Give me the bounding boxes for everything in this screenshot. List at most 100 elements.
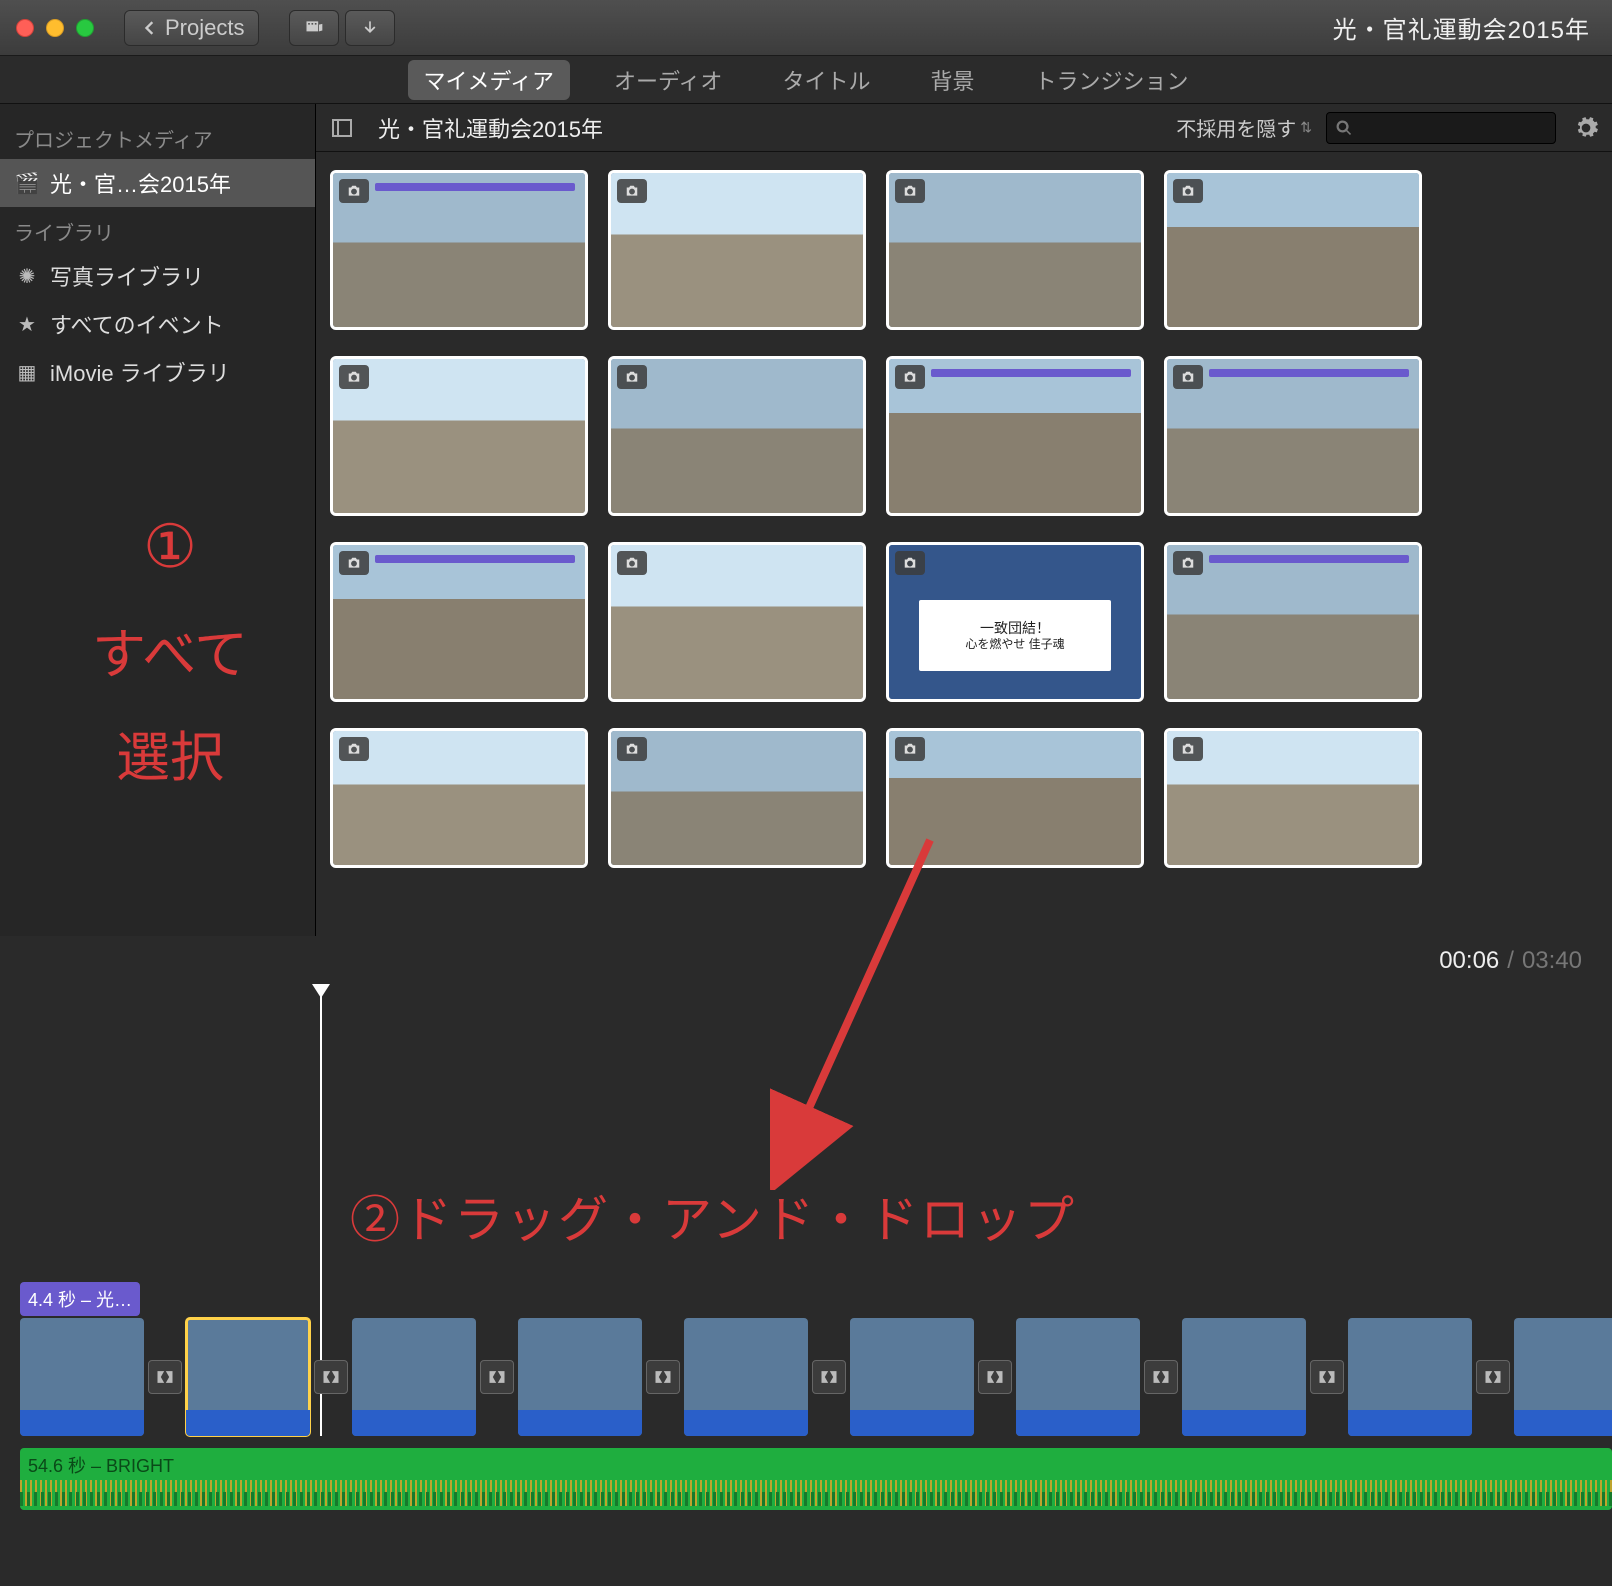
video-track[interactable]: 4.4 秒 – 光… bbox=[20, 1286, 1602, 1436]
camera-icon bbox=[895, 551, 925, 575]
import-button[interactable] bbox=[345, 10, 395, 46]
timeline-clip[interactable]: 4.4 秒 – 光… bbox=[20, 1318, 144, 1436]
timeline-clip[interactable] bbox=[1016, 1318, 1140, 1436]
sidebar-item-label: すべてのイベント bbox=[50, 308, 224, 340]
transition[interactable] bbox=[314, 1318, 348, 1436]
camera-icon bbox=[617, 365, 647, 389]
film-music-icon bbox=[304, 18, 324, 38]
transition[interactable] bbox=[978, 1318, 1012, 1436]
flower-icon: ✺ bbox=[14, 264, 40, 289]
camera-icon bbox=[617, 179, 647, 203]
media-thumb[interactable] bbox=[330, 728, 588, 868]
transition[interactable] bbox=[1310, 1318, 1344, 1436]
media-thumb[interactable] bbox=[1164, 728, 1422, 868]
close-window[interactable] bbox=[16, 19, 34, 37]
camera-icon bbox=[617, 551, 647, 575]
audio-clip-label: 54.6 秒 – BRIGHT bbox=[28, 1452, 174, 1478]
camera-icon bbox=[1173, 551, 1203, 575]
annotation-step-2: ②ドラッグ・アンド・ドロップ bbox=[350, 1180, 1076, 1252]
sidebar-toggle[interactable] bbox=[326, 112, 358, 144]
sidebar-item-label: 写真ライブラリ bbox=[50, 260, 204, 292]
media-thumb[interactable] bbox=[330, 542, 588, 702]
titlebar: Projects 光・官礼運動会2015年 bbox=[0, 0, 1612, 56]
transition[interactable] bbox=[148, 1318, 182, 1436]
updown-icon: ⇅ bbox=[1300, 119, 1312, 136]
media-button[interactable] bbox=[289, 10, 339, 46]
sidebar-project-item[interactable]: 🎬 光・官…会2015年 bbox=[0, 159, 315, 207]
media-browser: 光・官礼運動会2015年 不採用を隠す ⇅ bbox=[316, 104, 1612, 936]
back-button[interactable]: Projects bbox=[124, 10, 259, 46]
media-thumb[interactable] bbox=[330, 356, 588, 516]
media-thumb[interactable] bbox=[608, 170, 866, 330]
browser-title: 光・官礼運動会2015年 bbox=[378, 112, 603, 144]
transition[interactable] bbox=[646, 1318, 680, 1436]
clapper-icon: 🎬 bbox=[14, 171, 40, 196]
timeline-clip[interactable] bbox=[850, 1318, 974, 1436]
tab-titles[interactable]: タイトル bbox=[766, 60, 886, 100]
sidebar-heading-project: プロジェクトメディア bbox=[0, 114, 315, 159]
timeline-clip[interactable] bbox=[352, 1318, 476, 1436]
camera-icon bbox=[895, 365, 925, 389]
grid-icon: ▦ bbox=[14, 360, 40, 385]
browser-settings[interactable] bbox=[1570, 112, 1602, 144]
media-thumb[interactable] bbox=[608, 356, 866, 516]
arrow-down-icon bbox=[360, 18, 380, 38]
clip-duration-label: 4.4 秒 – 光… bbox=[20, 1282, 140, 1316]
search-icon bbox=[1335, 119, 1353, 137]
annotation-arrow bbox=[770, 830, 970, 1190]
camera-icon bbox=[339, 551, 369, 575]
waveform bbox=[20, 1492, 1612, 1506]
sidebar-heading-library: ライブラリ bbox=[0, 207, 315, 252]
camera-icon bbox=[895, 737, 925, 761]
sidebar-item-label: iMovie ライブラリ bbox=[50, 356, 230, 388]
timeline-clip[interactable] bbox=[186, 1318, 310, 1436]
tab-transitions[interactable]: トランジション bbox=[1018, 60, 1204, 100]
transition[interactable] bbox=[812, 1318, 846, 1436]
minimize-window[interactable] bbox=[46, 19, 64, 37]
transition[interactable] bbox=[480, 1318, 514, 1436]
camera-icon bbox=[1173, 179, 1203, 203]
tab-audio[interactable]: オーディオ bbox=[598, 60, 738, 100]
media-tabs: マイメディア オーディオ タイトル 背景 トランジション bbox=[0, 56, 1612, 104]
tab-my-media[interactable]: マイメディア bbox=[408, 60, 570, 100]
banner-text: 一致団結！ 心を燃やせ 佳子魂 bbox=[919, 600, 1111, 671]
media-thumb[interactable] bbox=[1164, 542, 1422, 702]
window-title: 光・官礼運動会2015年 bbox=[1333, 10, 1596, 45]
media-thumb[interactable]: 一致団結！ 心を燃やせ 佳子魂 bbox=[886, 542, 1144, 702]
transition[interactable] bbox=[1476, 1318, 1510, 1436]
zoom-window[interactable] bbox=[76, 19, 94, 37]
camera-icon bbox=[1173, 365, 1203, 389]
timeline-clip[interactable] bbox=[518, 1318, 642, 1436]
browser-toolbar: 光・官礼運動会2015年 不採用を隠す ⇅ bbox=[316, 104, 1612, 152]
chevron-left-icon bbox=[139, 18, 159, 38]
tab-backgrounds[interactable]: 背景 bbox=[914, 60, 990, 100]
camera-icon bbox=[339, 365, 369, 389]
camera-icon bbox=[1173, 737, 1203, 761]
media-thumb[interactable] bbox=[1164, 356, 1422, 516]
sidebar-project-label: 光・官…会2015年 bbox=[50, 167, 231, 199]
current-time: 00:06 bbox=[1439, 947, 1499, 975]
star-icon: ★ bbox=[14, 312, 40, 337]
sidebar-item-all-events[interactable]: ★ すべてのイベント bbox=[0, 300, 315, 348]
camera-icon bbox=[617, 737, 647, 761]
sidebar-item-imovie-lib[interactable]: ▦ iMovie ライブラリ bbox=[0, 348, 315, 396]
media-thumb[interactable] bbox=[330, 170, 588, 330]
transition[interactable] bbox=[1144, 1318, 1178, 1436]
timeline-clip[interactable] bbox=[1182, 1318, 1306, 1436]
timeline-clip[interactable] bbox=[684, 1318, 808, 1436]
total-time: 03:40 bbox=[1522, 947, 1582, 975]
media-thumb[interactable] bbox=[1164, 170, 1422, 330]
timeline-clip[interactable] bbox=[1514, 1318, 1612, 1436]
search-input[interactable] bbox=[1326, 112, 1556, 144]
camera-icon bbox=[895, 179, 925, 203]
window-controls bbox=[16, 19, 94, 37]
media-thumb[interactable] bbox=[886, 356, 1144, 516]
timeline-clip[interactable] bbox=[1348, 1318, 1472, 1436]
media-thumb[interactable] bbox=[608, 542, 866, 702]
media-thumb[interactable] bbox=[886, 170, 1144, 330]
sidebar-item-photos[interactable]: ✺ 写真ライブラリ bbox=[0, 252, 315, 300]
panel-icon bbox=[330, 116, 354, 140]
back-label: Projects bbox=[165, 15, 244, 41]
audio-track[interactable]: 54.6 秒 – BRIGHT bbox=[20, 1448, 1612, 1510]
hide-rejected-toggle[interactable]: 不採用を隠す ⇅ bbox=[1176, 113, 1312, 142]
